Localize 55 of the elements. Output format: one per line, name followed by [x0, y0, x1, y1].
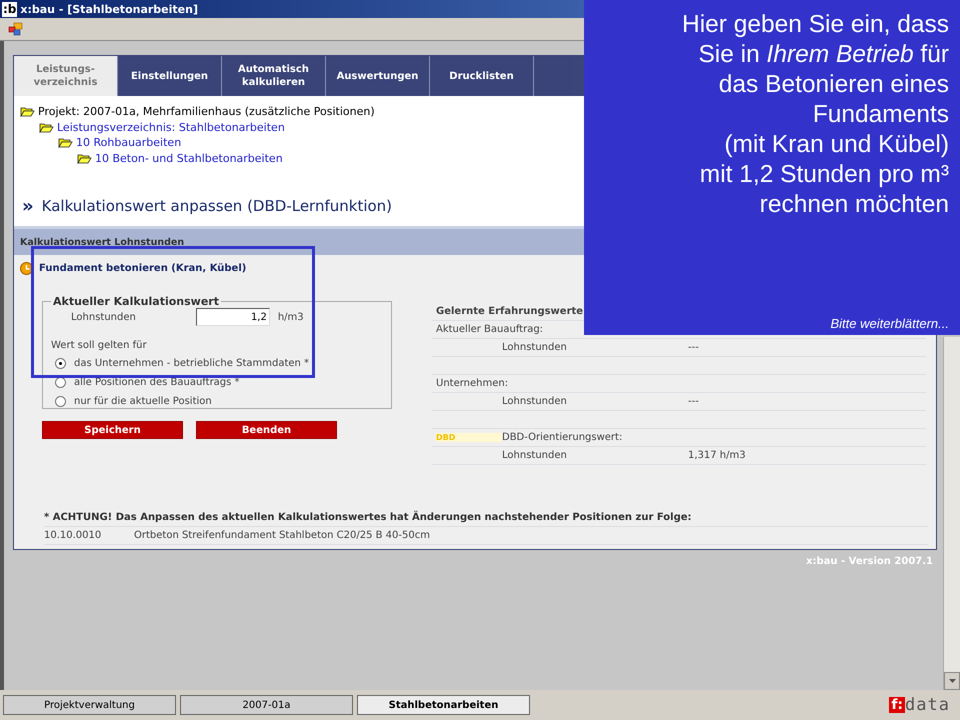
- value-label: Lohnstunden: [502, 396, 568, 407]
- option-label: nur für die aktuelle Position: [74, 396, 212, 407]
- logo-text: data: [905, 695, 950, 715]
- tree-item[interactable]: 10 Beton- und Stahlbetonarbeiten: [95, 152, 283, 165]
- tree-item[interactable]: 10 Rohbauarbeiten: [76, 136, 182, 150]
- value-text: ---: [688, 396, 699, 407]
- window-title: x:bau - [Stahlbetonarbeiten]: [20, 2, 198, 16]
- tree-item[interactable]: Projekt: 2007-01a, Mehrfamilienhaus (zusätzliche Positionen): [38, 105, 375, 118]
- option-label: alle Positionen des Bauauftrags *: [74, 377, 240, 388]
- item-title: Fundament betonieren (Kran, Kübel): [39, 263, 246, 274]
- radio-button[interactable]: [55, 358, 66, 369]
- radio-button[interactable]: [55, 396, 66, 407]
- value-text: ---: [688, 342, 699, 353]
- tab[interactable]: Leistungs- verzeichnis: [14, 56, 118, 96]
- dbd-badge: DBD: [436, 433, 502, 442]
- task-button[interactable]: Projektverwaltung: [3, 695, 176, 715]
- scroll-down-button[interactable]: [944, 672, 960, 690]
- group-legend: Aktueller Kalkulationswert: [51, 295, 221, 308]
- warning-text: * ACHTUNG! Das Anpassen des aktuellen Kalkulationswertes hat Änderungen nachstehender Positionen zur Folge:: [44, 512, 692, 523]
- task-button[interactable]: Stahlbetonarbeiten: [357, 695, 530, 715]
- windows-icon[interactable]: [8, 22, 24, 36]
- action-button[interactable]: Beenden: [196, 421, 337, 439]
- section-title: Kalkulationswert Lohnstunden: [20, 236, 184, 248]
- task-button[interactable]: 2007-01a: [180, 695, 353, 715]
- callout-text: Hier geben Sie ein, dass Sie in Ihrem Betrieb für das Betonieren eines Fundaments (mit Kran und Kübel) mit 1,2 Stunden pro m³ rechnen möchten: [682, 10, 949, 220]
- clock-icon: [20, 262, 33, 275]
- page-heading: Kalkulationswert anpassen (DBD-Lernfunktion): [42, 197, 392, 215]
- folder-icon: [77, 152, 92, 164]
- option-label: das Unternehmen - betriebliche Stammdaten *: [74, 358, 310, 369]
- logo-mark: f:: [889, 697, 906, 713]
- action-button[interactable]: Speichern: [42, 421, 183, 439]
- folder-icon: [39, 122, 54, 133]
- position-text: Ortbeton Streifenfundament Stahlbeton C20/25 B 40-50cm: [134, 530, 430, 541]
- unit-label: h/m3: [278, 312, 304, 322]
- app-icon: :b: [2, 2, 18, 16]
- chevron-icon: »: [22, 196, 34, 216]
- folder-icon: [20, 106, 35, 118]
- group-label: Unternehmen:: [436, 378, 508, 389]
- tree-item[interactable]: Leistungsverzeichnis: Stahlbetonarbeiten: [57, 120, 285, 134]
- scrollbar[interactable]: [943, 337, 960, 690]
- group-label: Aktueller Bauauftrag:: [436, 324, 544, 335]
- value-text: 1,317 h/m3: [688, 450, 746, 461]
- value-label: Lohnstunden: [502, 450, 568, 461]
- folder-icon: [58, 137, 73, 148]
- radio-button[interactable]: [55, 377, 66, 388]
- value-label: Lohnstunden: [502, 342, 568, 353]
- continue-hint: Bitte weiterblättern...: [830, 316, 949, 331]
- field-label: Lohnstunden: [71, 312, 136, 322]
- learned-title: Gelernte Erfahrungswerte: [436, 306, 584, 317]
- scope-label: Wert soll gelten für: [51, 340, 147, 350]
- version-text: x:bau - Version 2007.1: [806, 556, 933, 567]
- down-arrow-icon: [948, 679, 956, 683]
- position-number: 10.10.0010: [44, 530, 102, 541]
- hours-field[interactable]: 1,2: [196, 308, 270, 326]
- group-label: DBD-Orientierungswert:: [502, 432, 622, 443]
